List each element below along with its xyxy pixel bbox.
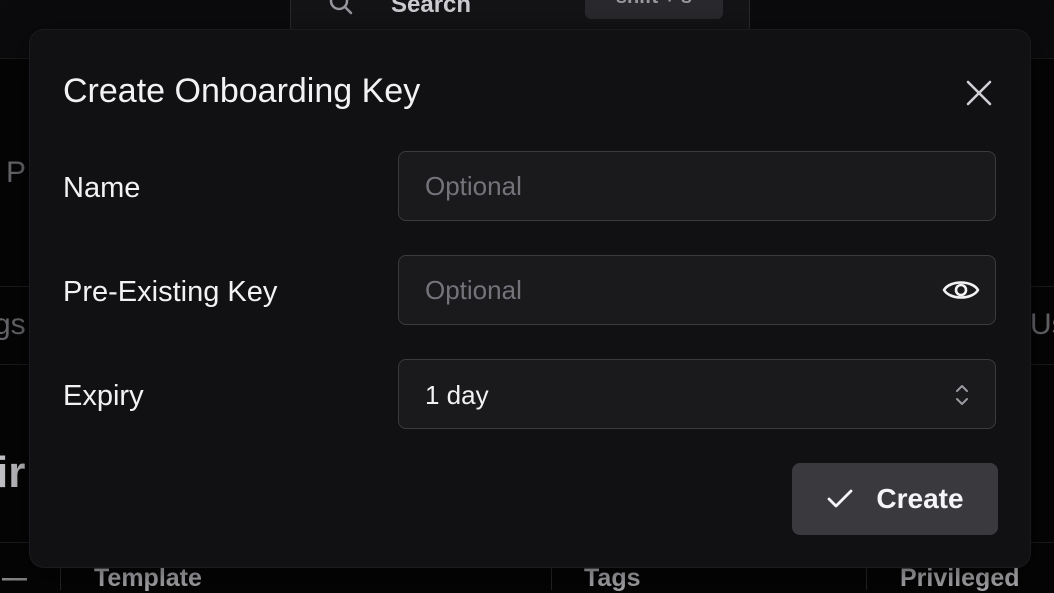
search-label: Search (391, 0, 471, 19)
search-icon (329, 0, 353, 17)
dialog-title: Create Onboarding Key (63, 70, 420, 112)
column-header-privileged[interactable]: Privileged (900, 564, 1020, 593)
expiry-select[interactable]: 1 day (398, 359, 996, 429)
create-button[interactable]: Create (792, 463, 998, 535)
search-box[interactable]: Search shift + s (290, 0, 750, 34)
column-divider (60, 568, 61, 590)
chevron-up-down-icon (953, 382, 971, 408)
name-field-container (398, 151, 996, 221)
search-shortcut-badge: shift + s (585, 0, 723, 19)
pre-existing-key-input[interactable] (399, 256, 995, 324)
column-header-template[interactable]: Template (94, 564, 202, 593)
create-onboarding-key-dialog: Create Onboarding Key Name Pre-Existing … (30, 30, 1030, 567)
close-icon (966, 80, 992, 106)
name-label: Name (63, 170, 140, 206)
pre-existing-key-field-container (398, 255, 996, 325)
toggle-key-visibility-button[interactable] (941, 272, 981, 308)
expiry-selected-value: 1 day (425, 360, 489, 430)
bg-tab-partial[interactable]: Us (1030, 308, 1054, 342)
pre-existing-key-label: Pre-Existing Key (63, 274, 277, 310)
create-button-label: Create (876, 483, 963, 515)
check-icon (826, 488, 854, 510)
bg-select-all[interactable]: — (2, 564, 27, 593)
column-divider (551, 568, 552, 590)
eye-icon (942, 277, 980, 303)
bg-page-heading: ir (0, 448, 25, 498)
name-input[interactable] (399, 152, 995, 220)
close-button[interactable] (960, 74, 998, 112)
column-divider (866, 568, 867, 590)
bg-partial-text: P (6, 156, 26, 190)
column-header-tags[interactable]: Tags (584, 564, 641, 593)
bg-tab-partial[interactable]: gs (0, 308, 26, 342)
expiry-label: Expiry (63, 378, 144, 414)
